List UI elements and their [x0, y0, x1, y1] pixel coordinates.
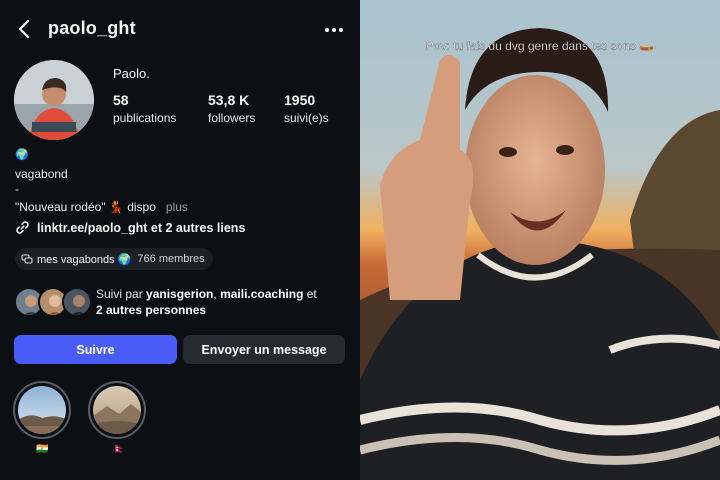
video-still-image: Pov: tu fais du dvg genre dans tes sons …	[360, 0, 720, 480]
links-text: linktr.ee/paolo_ght et 2 autres liens	[37, 220, 246, 235]
bio-globe-emoji: 🌍	[15, 149, 29, 161]
story-highlight-nepal[interactable]	[88, 381, 146, 439]
highlight-label: 🇳🇵	[113, 444, 126, 455]
stat-value: 58	[113, 92, 129, 108]
bio-line-3: "Nouveau rodéo" 💃 dispo plus	[15, 200, 188, 214]
mutual-followers[interactable]: Suivi par yanisgerion, maili.coaching et…	[14, 286, 349, 320]
stat-value: 53,8 K	[208, 92, 250, 108]
broadcast-channel-chip[interactable]: mes vagabonds 🌍 766 membres	[15, 248, 213, 270]
follow-button[interactable]: Suivre	[14, 335, 177, 364]
profile-username: paolo_ght	[48, 18, 136, 38]
followed-by-others[interactable]: 2 autres personnes	[96, 303, 206, 317]
story-highlight-india[interactable]	[13, 381, 71, 439]
link-icon	[16, 221, 29, 234]
display-name: Paolo.	[113, 66, 150, 81]
channel-name: mes vagabonds 🌍	[37, 253, 132, 266]
profile-panel: paolo_ght Paolo. 58 publications 53,8 K …	[0, 0, 360, 480]
video-caption: Pov: tu fais du dvg genre dans tes sons …	[426, 39, 654, 53]
highlight-label: 🇮🇳	[36, 444, 49, 455]
highlight-thumbnail	[18, 386, 66, 434]
bio-line-2: -	[15, 182, 19, 196]
more-options-icon[interactable]	[322, 20, 346, 40]
followed-by-text: Suivi par yanisgerion, maili.coaching et…	[96, 286, 346, 318]
bio-line-1: vagabond	[15, 167, 68, 181]
profile-avatar[interactable]	[14, 60, 94, 140]
stat-label: publications	[113, 111, 177, 125]
message-button[interactable]: Envoyer un message	[183, 335, 345, 364]
channel-icon	[21, 254, 33, 264]
profile-links[interactable]: linktr.ee/paolo_ght et 2 autres liens	[15, 220, 245, 235]
bio-more-link[interactable]: plus	[166, 200, 188, 214]
stat-publications[interactable]: 58 publications	[113, 92, 176, 125]
followed-by-prefix: Suivi par	[96, 287, 147, 301]
stat-following[interactable]: 1950 suivi(e)s	[284, 92, 329, 125]
followed-by-user[interactable]: yanisgerion	[146, 287, 213, 301]
stat-label: suivi(e)s	[284, 111, 329, 125]
stat-followers[interactable]: 53,8 K followers	[208, 92, 255, 125]
avatar-photo	[14, 60, 94, 140]
channel-members: 766 membres	[137, 253, 205, 265]
back-arrow-icon[interactable]	[14, 18, 36, 40]
followed-by-conjunction: et	[303, 287, 317, 301]
highlight-thumbnail	[93, 386, 141, 434]
mutual-follower-avatar	[62, 287, 92, 317]
stat-label: followers	[208, 111, 256, 125]
bio-text: "Nouveau rodéo" 💃 dispo	[15, 200, 156, 214]
video-frame[interactable]: Pov: tu fais du dvg genre dans tes sons …	[360, 0, 720, 480]
followed-by-user[interactable]: maili.coaching	[220, 287, 303, 301]
stat-value: 1950	[284, 92, 316, 108]
